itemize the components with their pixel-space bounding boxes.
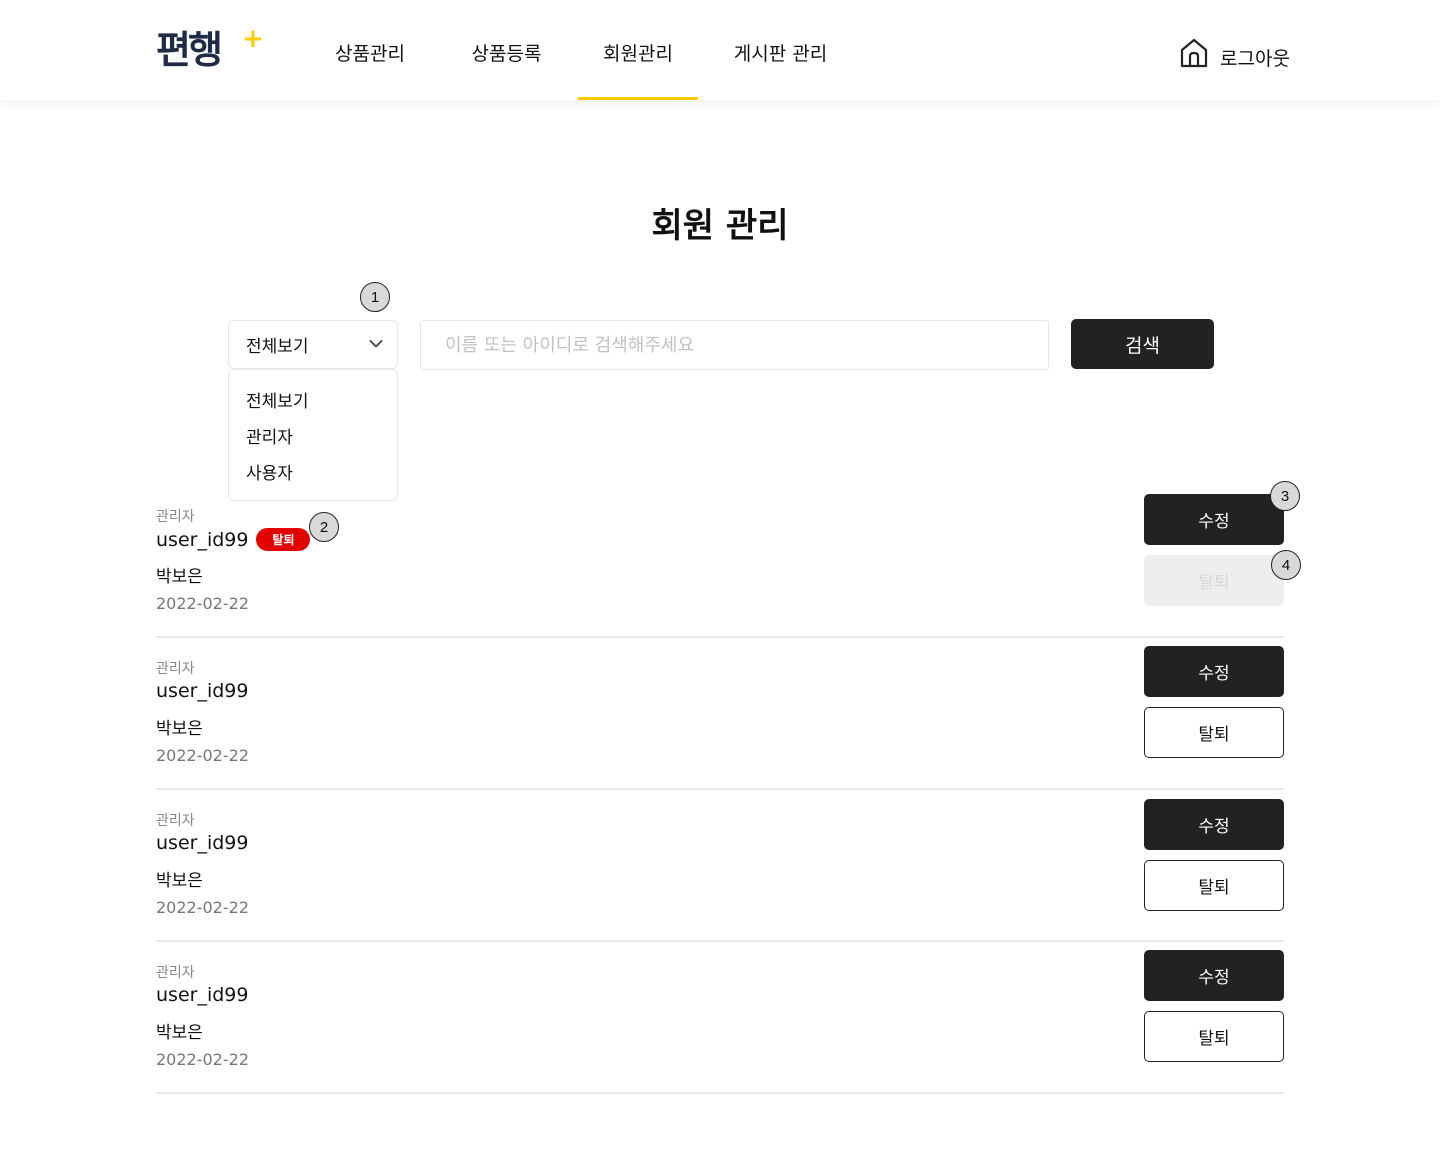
main-nav: 상품관리 상품등록 회원관리 게시판 관리 [305, 0, 863, 100]
edit-button[interactable]: 수정 [1144, 646, 1284, 697]
top-header: 편행 + 상품관리 상품등록 회원관리 게시판 관리 로그아웃 [0, 0, 1440, 100]
member-name: 박보은 [156, 1023, 203, 1043]
edit-button[interactable]: 수정 [1144, 799, 1284, 850]
member-type-select[interactable]: 전체보기 [228, 320, 398, 369]
edit-button[interactable]: 수정 [1144, 494, 1284, 545]
logout-button[interactable]: 로그아웃 [1180, 38, 1290, 70]
member-role: 관리자 [156, 509, 195, 525]
member-name: 박보은 [156, 719, 203, 739]
member-user-id: user_id99 [156, 680, 249, 702]
withdraw-button[interactable]: 탈퇴 [1144, 707, 1284, 758]
annotation-marker-1: 1 [360, 282, 390, 312]
nav-label: 상품등록 [471, 42, 542, 65]
nav-label: 회원관리 [603, 42, 673, 65]
withdraw-button[interactable]: 탈퇴 [1144, 555, 1284, 606]
logo[interactable]: 편행 + [156, 26, 264, 72]
edit-button[interactable]: 수정 [1144, 950, 1284, 1001]
search-button[interactable]: 검색 [1071, 319, 1214, 369]
member-id-row: user_id99 [156, 984, 248, 1006]
member-role: 관리자 [156, 813, 195, 829]
nav-item-product-management[interactable]: 상품관리 [305, 0, 435, 100]
member-join-date: 2022-02-22 [156, 746, 249, 765]
search-input[interactable] [420, 320, 1049, 370]
member-row: 관리자 user_id99 박보은 2022-02-22 수정 탈퇴 [156, 646, 1284, 790]
home-icon [1180, 38, 1208, 68]
logout-label: 로그아웃 [1220, 47, 1290, 70]
logo-text: 편행 [156, 28, 223, 72]
nav-item-board-management[interactable]: 게시판 관리 [698, 0, 863, 100]
member-name: 박보은 [156, 871, 203, 891]
member-row: 관리자 user_id99 박보은 2022-02-22 수정 탈퇴 [156, 950, 1284, 1094]
annotation-marker-2: 2 [309, 512, 339, 542]
select-value: 전체보기 [246, 337, 309, 357]
chevron-down-icon [369, 340, 383, 348]
withdrawn-badge: 탈퇴 [256, 528, 311, 551]
annotation-marker-3: 3 [1270, 481, 1300, 511]
member-id-row: user_id99 탈퇴 [156, 528, 311, 551]
nav-item-product-registration[interactable]: 상품등록 [435, 0, 578, 100]
annotation-marker-4: 4 [1271, 550, 1301, 580]
nav-label: 상품관리 [335, 42, 405, 65]
member-user-id: user_id99 [156, 528, 249, 551]
member-role: 관리자 [156, 661, 195, 677]
dropdown-option-admin[interactable]: 관리자 [229, 423, 397, 459]
dropdown-option-user[interactable]: 사용자 [229, 459, 397, 495]
withdraw-button[interactable]: 탈퇴 [1144, 1011, 1284, 1062]
member-user-id: user_id99 [156, 832, 249, 854]
member-join-date: 2022-02-22 [156, 898, 249, 917]
member-type-dropdown: 전체보기 관리자 사용자 [228, 369, 398, 501]
dropdown-option-all[interactable]: 전체보기 [229, 387, 397, 423]
member-user-id: user_id99 [156, 984, 249, 1006]
logo-plus-mark: + [242, 24, 264, 54]
member-id-row: user_id99 [156, 832, 248, 854]
member-id-row: user_id99 [156, 680, 248, 702]
page-title: 회원 관리 [651, 206, 789, 246]
nav-label: 게시판 관리 [733, 42, 828, 65]
nav-item-member-management[interactable]: 회원관리 [578, 0, 698, 100]
member-name: 박보은 [156, 567, 203, 587]
member-row: 관리자 user_id99 박보은 2022-02-22 수정 탈퇴 [156, 799, 1284, 942]
member-role: 관리자 [156, 965, 195, 981]
member-join-date: 2022-02-22 [156, 1050, 249, 1069]
withdraw-button[interactable]: 탈퇴 [1144, 860, 1284, 911]
member-join-date: 2022-02-22 [156, 594, 249, 613]
